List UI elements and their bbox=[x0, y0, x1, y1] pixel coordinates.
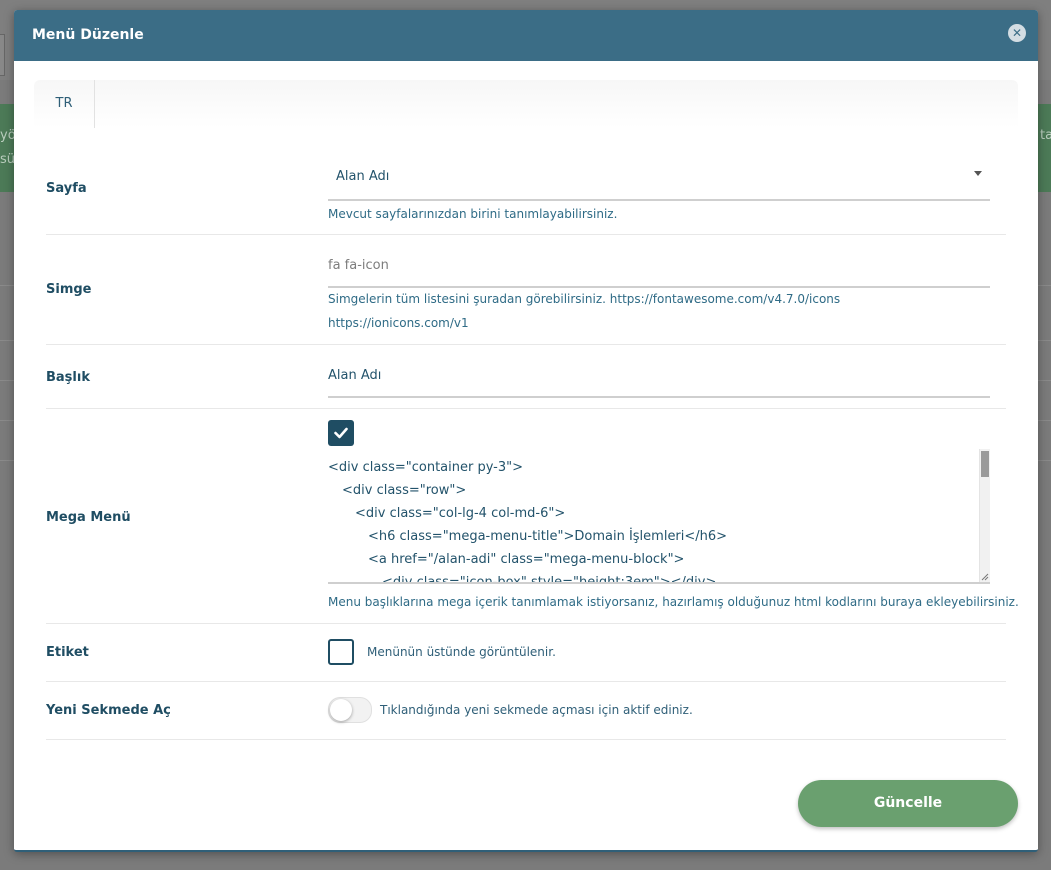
code-line: <div class="container py-3"> bbox=[328, 460, 524, 475]
toggle-knob bbox=[330, 699, 352, 721]
yeni-sekme-field: Tıklandığında yeni sekmede açması için a… bbox=[328, 682, 990, 739]
simge-hint: Simgelerin tüm listesini şuradan görebil… bbox=[328, 292, 841, 306]
simge-placeholder: fa fa-icon bbox=[328, 258, 389, 273]
code-scrollbar[interactable] bbox=[979, 449, 990, 582]
close-icon[interactable]: ✕ bbox=[1008, 24, 1026, 42]
etiket-text: Menünün üstünde görüntülenir. bbox=[367, 645, 556, 659]
mega-menu-code-textarea[interactable]: <div class="container py-3"> <div class=… bbox=[328, 449, 990, 584]
language-tabs: TR bbox=[34, 80, 1018, 128]
simge-hint-link[interactable]: https://ionicons.com/v1 bbox=[328, 316, 469, 330]
simge-label: Simge bbox=[46, 282, 92, 297]
code-line: <a href="/alan-adi" class="mega-menu-blo… bbox=[368, 552, 685, 567]
yeni-sekme-label: Yeni Sekmede Aç bbox=[46, 703, 171, 718]
update-button[interactable]: Güncelle bbox=[798, 780, 1018, 827]
modal-title: Menü Düzenle bbox=[32, 27, 144, 43]
sayfa-hint: Mevcut sayfalarınızdan birini tanımlayab… bbox=[328, 207, 618, 221]
sayfa-selected-value: Alan Adı bbox=[336, 169, 390, 184]
background-text: ta bbox=[1040, 128, 1051, 143]
mega-menu-hint: Menu başlıklarına mega içerik tanımlamak… bbox=[328, 595, 1019, 609]
etiket-row: Etiket Menünün üstünde görüntülenir. bbox=[46, 624, 1006, 682]
mega-menu-label: Mega Menü bbox=[46, 510, 131, 525]
simge-row: Simge fa fa-icon Simgelerin tüm listesin… bbox=[46, 235, 1006, 345]
etiket-label: Etiket bbox=[46, 645, 89, 660]
code-line: <h6 class="mega-menu-title">Domain İşlem… bbox=[368, 529, 728, 544]
code-line: <div class="row"> bbox=[342, 483, 467, 498]
sayfa-select[interactable]: Alan Adı bbox=[328, 140, 990, 201]
modal-header: Menü Düzenle ✕ bbox=[14, 10, 1038, 61]
resize-handle-icon[interactable] bbox=[981, 573, 989, 581]
baslik-row: Başlık Alan Adı bbox=[46, 345, 1006, 409]
mega-menu-code-wrapper: <div class="container py-3"> <div class=… bbox=[328, 449, 990, 584]
tab-tr[interactable]: TR bbox=[34, 80, 95, 128]
baslik-input[interactable]: Alan Adı bbox=[328, 345, 990, 398]
yeni-sekme-text: Tıklandığında yeni sekmede açması için a… bbox=[380, 703, 693, 717]
code-line: <div class="icon-box" style="height:3em"… bbox=[382, 575, 717, 584]
background-control bbox=[0, 34, 5, 76]
simge-input[interactable]: fa fa-icon bbox=[328, 235, 990, 288]
sayfa-row: Sayfa Alan Adı Mevcut sayfalarınızdan bi… bbox=[46, 140, 1006, 235]
new-tab-toggle[interactable] bbox=[328, 697, 372, 723]
mega-menu-row: Mega Menü <div class="container py-3"> <… bbox=[46, 409, 1019, 624]
baslik-value: Alan Adı bbox=[328, 368, 382, 383]
yeni-sekme-row: Yeni Sekmede Aç Tıklandığında yeni sekme… bbox=[46, 682, 1006, 740]
check-icon bbox=[334, 427, 348, 439]
code-line: <div class="col-lg-4 col-md-6"> bbox=[355, 506, 566, 521]
menu-edit-modal: Menü Düzenle ✕ TR Sayfa Alan Adı Mevcut … bbox=[14, 10, 1038, 852]
sayfa-label: Sayfa bbox=[46, 181, 87, 196]
baslik-label: Başlık bbox=[46, 370, 90, 385]
code-scrollbar-thumb[interactable] bbox=[981, 451, 989, 477]
etiket-field: Menünün üstünde görüntülenir. bbox=[328, 624, 990, 681]
etiket-checkbox[interactable] bbox=[328, 639, 354, 665]
mega-menu-checkbox[interactable] bbox=[328, 420, 354, 446]
chevron-down-icon bbox=[974, 171, 982, 176]
